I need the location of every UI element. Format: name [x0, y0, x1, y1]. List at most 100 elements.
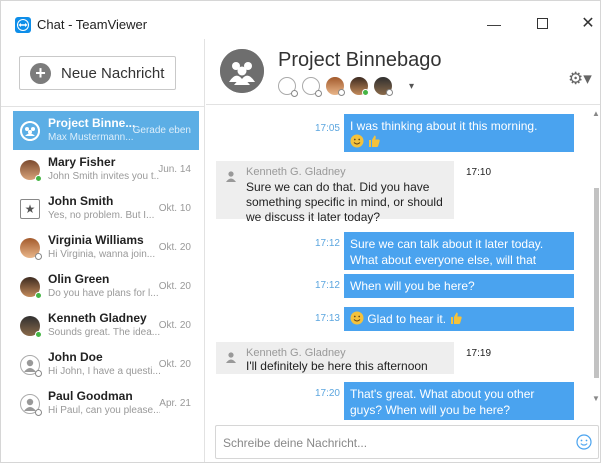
conversation-name: Mary Fisher: [48, 155, 116, 169]
window-title: Chat - TeamViewer: [37, 17, 148, 32]
conversation-name: Kenneth Gladney: [48, 311, 147, 325]
conversation-name: John Smith: [48, 194, 114, 208]
plus-icon: +: [30, 63, 51, 84]
online-status-icon: [35, 175, 42, 182]
outgoing-message: 17:13 Glad to hear it.: [206, 307, 592, 331]
group-avatar-icon: [20, 121, 40, 141]
conversation-name: John Doe: [48, 350, 103, 364]
offline-status-icon: [315, 90, 322, 97]
message-input[interactable]: [223, 434, 563, 452]
online-status-icon: [362, 89, 369, 96]
new-message-button[interactable]: + Neue Nachricht: [19, 56, 176, 90]
message-time: 17:12: [314, 280, 340, 291]
offline-status-icon: [386, 89, 393, 96]
smiley-emoji-icon: [350, 134, 364, 152]
thumbs-up-emoji-icon: [449, 311, 463, 329]
group-avatar-icon: [220, 49, 264, 93]
message-time: 17:12: [314, 238, 340, 249]
message-time: 17:05: [314, 123, 340, 134]
teamviewer-logo-icon: [15, 17, 31, 33]
member-avatar: [278, 77, 298, 97]
outgoing-message: 17:12 When will you be here?: [206, 274, 592, 298]
conversation-date: Okt. 20: [158, 242, 191, 253]
member-avatar: [374, 77, 393, 96]
scrollbar-thumb[interactable]: [594, 188, 599, 378]
conversation-date: Okt. 20: [158, 359, 191, 370]
conversation-name: Paul Goodman: [48, 389, 133, 403]
minimize-button[interactable]: —: [479, 11, 509, 37]
message-bubble: Glad to hear it.: [344, 307, 574, 331]
conversation-date: Okt. 10: [158, 203, 191, 214]
outgoing-message: 17:05 I was thinking about it this morni…: [206, 114, 592, 152]
conversation-date: Jun. 14: [158, 164, 191, 175]
offline-status-icon: [338, 89, 345, 96]
message-sender: Kenneth G. Gladney: [246, 347, 346, 359]
conversation-preview: Do you have plans for l...: [48, 288, 159, 299]
conversation-preview: Hi Virginia, wanna join...: [48, 249, 156, 260]
offline-status-icon: [35, 253, 42, 260]
conversation-list: Project Binne... Max Mustermann... Gerad…: [13, 111, 199, 423]
conversation-item[interactable]: ★ John Smith Yes, no problem. But I... O…: [13, 189, 199, 228]
message-time: 17:13: [314, 313, 340, 324]
user-icon: [224, 350, 238, 364]
conversation-item[interactable]: Paul Goodman Hi Paul, can you please... …: [13, 384, 199, 423]
thumbs-up-emoji-icon: [367, 134, 381, 152]
message-text: I was thinking about it this morning.: [350, 119, 538, 133]
conversation-item[interactable]: Kenneth Gladney Sounds great. The idea..…: [13, 306, 199, 345]
conversation-preview: John Smith invites you t...: [48, 171, 160, 182]
divider: [1, 106, 205, 107]
close-button[interactable]: ✕: [573, 11, 601, 37]
conversation-date: Okt. 20: [158, 281, 191, 292]
conversation-date: Apr. 21: [159, 398, 191, 409]
message-text: Glad to hear it.: [367, 312, 447, 327]
conversation-item[interactable]: Mary Fisher John Smith invites you t... …: [13, 150, 199, 189]
message-text: Sure we can do that. Did you have someth…: [246, 180, 443, 224]
message-bubble: Sure we can talk about it later today. W…: [344, 232, 574, 283]
conversation-sidebar: + Neue Nachricht Project Binne... Max Mu…: [1, 39, 205, 462]
user-icon: [224, 169, 238, 183]
conversation-name: Project Binne...: [48, 116, 136, 130]
star-icon: ★: [20, 199, 40, 219]
conversation-date: Gerade eben: [132, 125, 191, 136]
new-message-label: Neue Nachricht: [61, 65, 165, 82]
conversation-item[interactable]: Olin Green Do you have plans for l... Ok…: [13, 267, 199, 306]
online-status-icon: [35, 331, 42, 338]
emoji-picker-icon[interactable]: [576, 434, 592, 450]
conversation-preview: Hi John, I have a questi...: [48, 366, 160, 377]
conversation-item[interactable]: John Doe Hi John, I have a questi... Okt…: [13, 345, 199, 384]
online-status-icon: [35, 292, 42, 299]
chevron-down-icon[interactable]: ▼: [592, 394, 600, 403]
conversation-item[interactable]: Virginia Williams Hi Virginia, wanna joi…: [13, 228, 199, 267]
conversation-preview: Yes, no problem. But I...: [48, 210, 155, 221]
conversation-name: Olin Green: [48, 272, 110, 286]
message-sender: Kenneth G. Gladney: [246, 166, 346, 178]
message-text: I'll definitely be here this afternoon: [246, 359, 428, 373]
settings-gear-icon[interactable]: ⚙▾: [568, 69, 596, 89]
conversation-item[interactable]: Project Binne... Max Mustermann... Gerad…: [13, 111, 199, 150]
outgoing-message: 17:12 Sure we can talk about it later to…: [206, 232, 592, 283]
message-bubble: When will you be here?: [344, 274, 574, 298]
maximize-button[interactable]: [527, 11, 557, 37]
message-bubble: I was thinking about it this morning.: [344, 114, 574, 152]
message-bubble: That's great. What about you other guys?…: [344, 382, 574, 420]
member-avatar: [302, 77, 322, 97]
chat-window: Chat - TeamViewer — ✕ + Neue Nachricht P…: [0, 0, 601, 463]
conversation-title: Project Binnebago: [278, 49, 442, 71]
conversation-name: Virginia Williams: [48, 233, 144, 247]
offline-status-icon: [291, 90, 298, 97]
conversation-preview: Hi Paul, can you please...: [48, 405, 160, 416]
conversation-header: Project Binnebago ▾ ⚙▾: [206, 39, 600, 105]
message-scrollbar[interactable]: ▲ ▼: [592, 106, 600, 420]
chevron-down-icon[interactable]: ▾: [409, 81, 414, 92]
title-bar: Chat - TeamViewer — ✕: [1, 1, 600, 39]
message-area: 17:05 I was thinking about it this morni…: [206, 106, 592, 420]
offline-status-icon: [35, 409, 42, 416]
member-avatar: [326, 77, 345, 96]
message-time: 17:20: [314, 388, 340, 399]
maximize-icon: [536, 18, 548, 29]
chevron-up-icon[interactable]: ▲: [592, 109, 600, 118]
message-time: 17:19: [466, 348, 492, 359]
outgoing-message: 17:20 That's great. What about you other…: [206, 382, 592, 420]
incoming-message: Kenneth G. Gladney I'll definitely be he…: [216, 342, 576, 374]
incoming-message: Kenneth G. Gladney Sure we can do that. …: [216, 161, 576, 224]
